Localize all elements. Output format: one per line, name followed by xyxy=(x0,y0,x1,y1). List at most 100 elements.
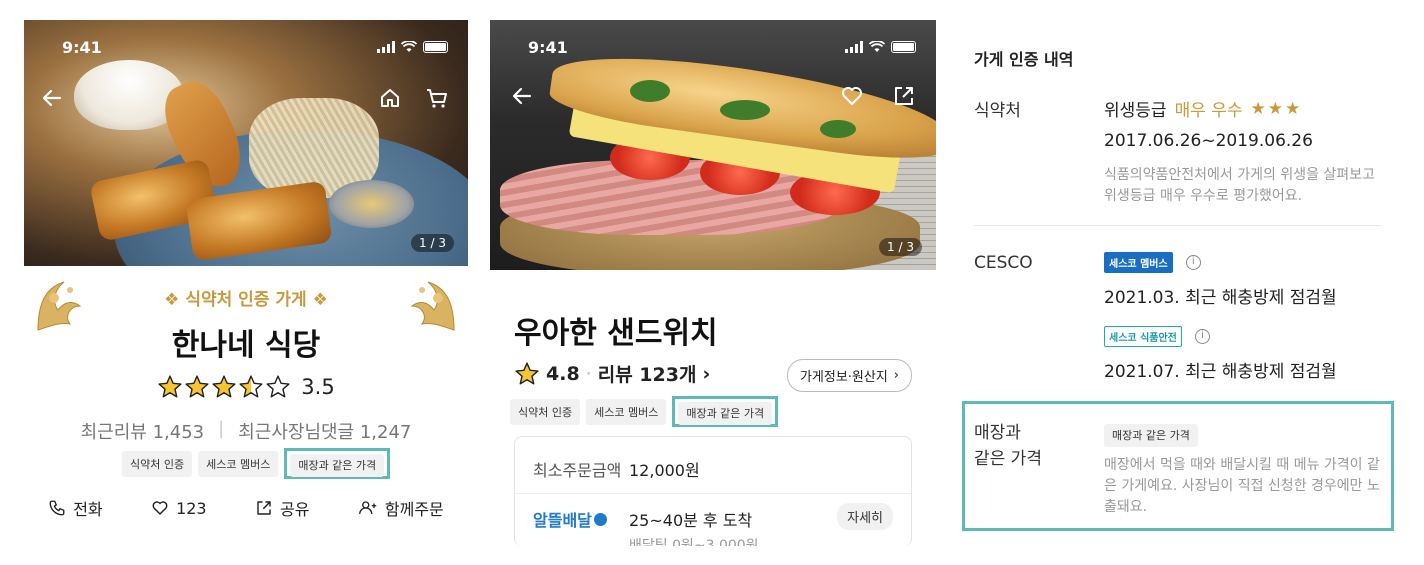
brand-logo-icon xyxy=(593,512,607,526)
divider xyxy=(974,225,1382,226)
cert-tags: 식약처 인증 세스코 멤버스 매장과 같은 가격 xyxy=(122,448,391,479)
delivery-row: 알뜰배달 25~40분 후 도착 xyxy=(533,507,752,531)
cesco-tag-row-1: 세스코 멤버스 i xyxy=(1104,252,1384,273)
tag-same-price: 매장과 같은 가격 xyxy=(1104,424,1198,447)
certified-badge-text: 식약처 인증 가게 xyxy=(185,290,307,310)
highlight-box: 매장과 같은 가격 xyxy=(284,448,391,479)
back-arrow-icon[interactable] xyxy=(510,84,534,108)
star-half-icon xyxy=(239,375,263,398)
highlight-box: 매장과 같은 가격 xyxy=(672,396,779,427)
star-full-icon xyxy=(515,361,539,384)
review-stats: 최근리뷰 1,453 | 최근사장님댓글 1,247 xyxy=(24,418,468,444)
status-bar: 9:41 xyxy=(490,38,936,58)
cesco-details: 세스코 멤버스 i 2021.03. 최근 해충방제 점검월 세스코 식품안전 … xyxy=(1104,252,1384,382)
cart-icon[interactable] xyxy=(425,86,449,110)
mfds-details: 위생등급 매우 우수 ★★★ 2017.06.26~2019.06.26 식품의… xyxy=(1104,96,1384,207)
diamond-icon: ❖ xyxy=(164,290,180,310)
tag-mfds: 식약처 인증 xyxy=(122,450,193,477)
store-screen-sandwich: 9:41 1 / 3 우아한 샌드위치 4.8 · 리뷰 123개 › 가게정보… xyxy=(490,20,936,546)
same-price-description: 매장에서 먹을 때와 배달시킬 때 메뉴 가격이 같은 가게예요. 사장님이 직… xyxy=(1104,457,1380,515)
rating-score: 3.5 xyxy=(301,375,335,399)
star-empty-icon xyxy=(266,375,290,398)
call-label: 전화 xyxy=(73,500,103,519)
cesco-members-tag: 세스코 멤버스 xyxy=(1104,252,1173,273)
mfds-label: 식약처 xyxy=(974,101,1021,121)
cesco-label: CESCO xyxy=(974,253,1033,273)
divider xyxy=(515,493,911,494)
arugula-image xyxy=(720,100,770,120)
min-order-label: 최소주문금액 xyxy=(533,461,622,480)
status-time: 9:41 xyxy=(62,38,102,57)
store-info-button[interactable]: 가게정보·원산지 › xyxy=(786,359,912,392)
heart-icon xyxy=(152,501,168,515)
status-time: 9:41 xyxy=(528,38,568,57)
same-price-label-line2: 같은 가격 xyxy=(974,449,1042,469)
rating-row: 3.5 xyxy=(24,374,468,400)
arugula-image xyxy=(820,120,856,138)
home-icon[interactable] xyxy=(378,86,402,110)
delivery-time: 25~40분 후 도착 xyxy=(629,511,753,530)
store-screen-hanna: 9:41 1 / 3 ❖ 식약처 인증 가게 ❖ 한나네 식당 3.5 최근리뷰… xyxy=(24,20,468,540)
store-photo[interactable]: 9:41 1 / 3 xyxy=(490,20,936,270)
grade-value: 매우 우수 xyxy=(1174,101,1243,121)
grade-prefix: 위생등급 xyxy=(1104,101,1167,121)
same-price-label: 매장과 같은 가격 xyxy=(974,420,1042,472)
dot-separator: · xyxy=(585,362,592,385)
certification-history: 가게 인증 내역 식약처 위생등급 매우 우수 ★★★ 2017.06.26~2… xyxy=(960,20,1400,540)
delivery-brand-label: 알뜰배달 xyxy=(533,511,592,530)
heart-icon[interactable] xyxy=(840,84,864,108)
chevron-right-icon: › xyxy=(893,368,899,383)
info-icon[interactable]: i xyxy=(1185,255,1201,270)
battery-icon xyxy=(423,41,448,53)
star-full-icon xyxy=(212,375,236,398)
share-icon[interactable] xyxy=(892,84,916,108)
photo-counter: 1 / 3 xyxy=(879,238,922,256)
photo-counter: 1 / 3 xyxy=(411,234,454,252)
diamond-icon: ❖ xyxy=(312,290,328,310)
arugula-image xyxy=(630,80,670,102)
hygiene-grade: 위생등급 매우 우수 ★★★ xyxy=(1104,96,1384,122)
store-name: 한나네 식당 xyxy=(171,328,321,363)
signal-icon xyxy=(377,41,395,53)
rating-row[interactable]: 4.8 · 리뷰 123개 › xyxy=(514,360,710,387)
share-button[interactable]: 공유 xyxy=(255,496,309,520)
like-count: 123 xyxy=(176,498,207,518)
owner-replies[interactable]: 최근사장님댓글 1,247 xyxy=(238,418,411,444)
store-name: 우아한 샌드위치 xyxy=(514,316,718,351)
tag-mfds: 식약처 인증 xyxy=(510,398,581,425)
like-button[interactable]: 123 xyxy=(151,499,207,518)
cert-tags: 식약처 인증 세스코 멤버스 매장과 같은 가격 xyxy=(510,396,779,427)
tag-cesco: 세스코 멤버스 xyxy=(586,398,667,425)
star-full-icon xyxy=(185,375,209,398)
status-bar: 9:41 xyxy=(24,38,468,58)
group-order-label: 함께주문 xyxy=(384,500,444,519)
same-price-label-line1: 매장과 xyxy=(974,423,1021,443)
phone-icon xyxy=(49,500,65,516)
detail-button[interactable]: 자세히 xyxy=(837,503,893,530)
group-order-button[interactable]: 함께주문 xyxy=(358,496,444,520)
tag-cesco: 세스코 멤버스 xyxy=(198,450,279,477)
chevron-right-icon: › xyxy=(702,362,711,385)
section-title: 가게 인증 내역 xyxy=(974,50,1074,69)
grade-description: 식품의약품안전처에서 가게의 위생을 살펴보고 위생등급 매우 우수로 평가했어… xyxy=(1104,167,1375,204)
min-order-row: 최소주문금액 12,000원 xyxy=(533,457,700,481)
grade-stars: ★★★ xyxy=(1250,98,1303,119)
same-price-details: 매장과 같은 가격 매장에서 먹을 때와 배달시킬 때 메뉴 가격이 같은 가게… xyxy=(1104,424,1384,518)
battery-icon xyxy=(891,41,916,53)
delivery-brand: 알뜰배달 xyxy=(533,507,629,531)
recent-reviews[interactable]: 최근리뷰 1,453 xyxy=(81,418,205,444)
call-button[interactable]: 전화 xyxy=(48,496,103,520)
sauce-bowl-image xyxy=(329,180,414,228)
info-icon[interactable]: i xyxy=(1194,329,1210,344)
back-arrow-icon[interactable] xyxy=(40,86,64,110)
divider: | xyxy=(218,418,225,439)
min-order-value: 12,000원 xyxy=(629,461,700,480)
grade-period: 2017.06.26~2019.06.26 xyxy=(1104,131,1313,151)
star-full-icon xyxy=(158,375,182,398)
share-icon xyxy=(257,501,271,515)
add-person-icon xyxy=(358,501,377,515)
order-info-card: 최소주문금액 12,000원 알뜰배달 25~40분 후 도착 자세히 배달팁 … xyxy=(514,436,912,546)
action-bar: 전화 123 공유 함께주문 xyxy=(24,496,468,520)
cesco-date-1: 2021.03. 최근 해충방제 점검월 xyxy=(1104,288,1337,308)
store-photo[interactable]: 9:41 1 / 3 xyxy=(24,20,468,266)
